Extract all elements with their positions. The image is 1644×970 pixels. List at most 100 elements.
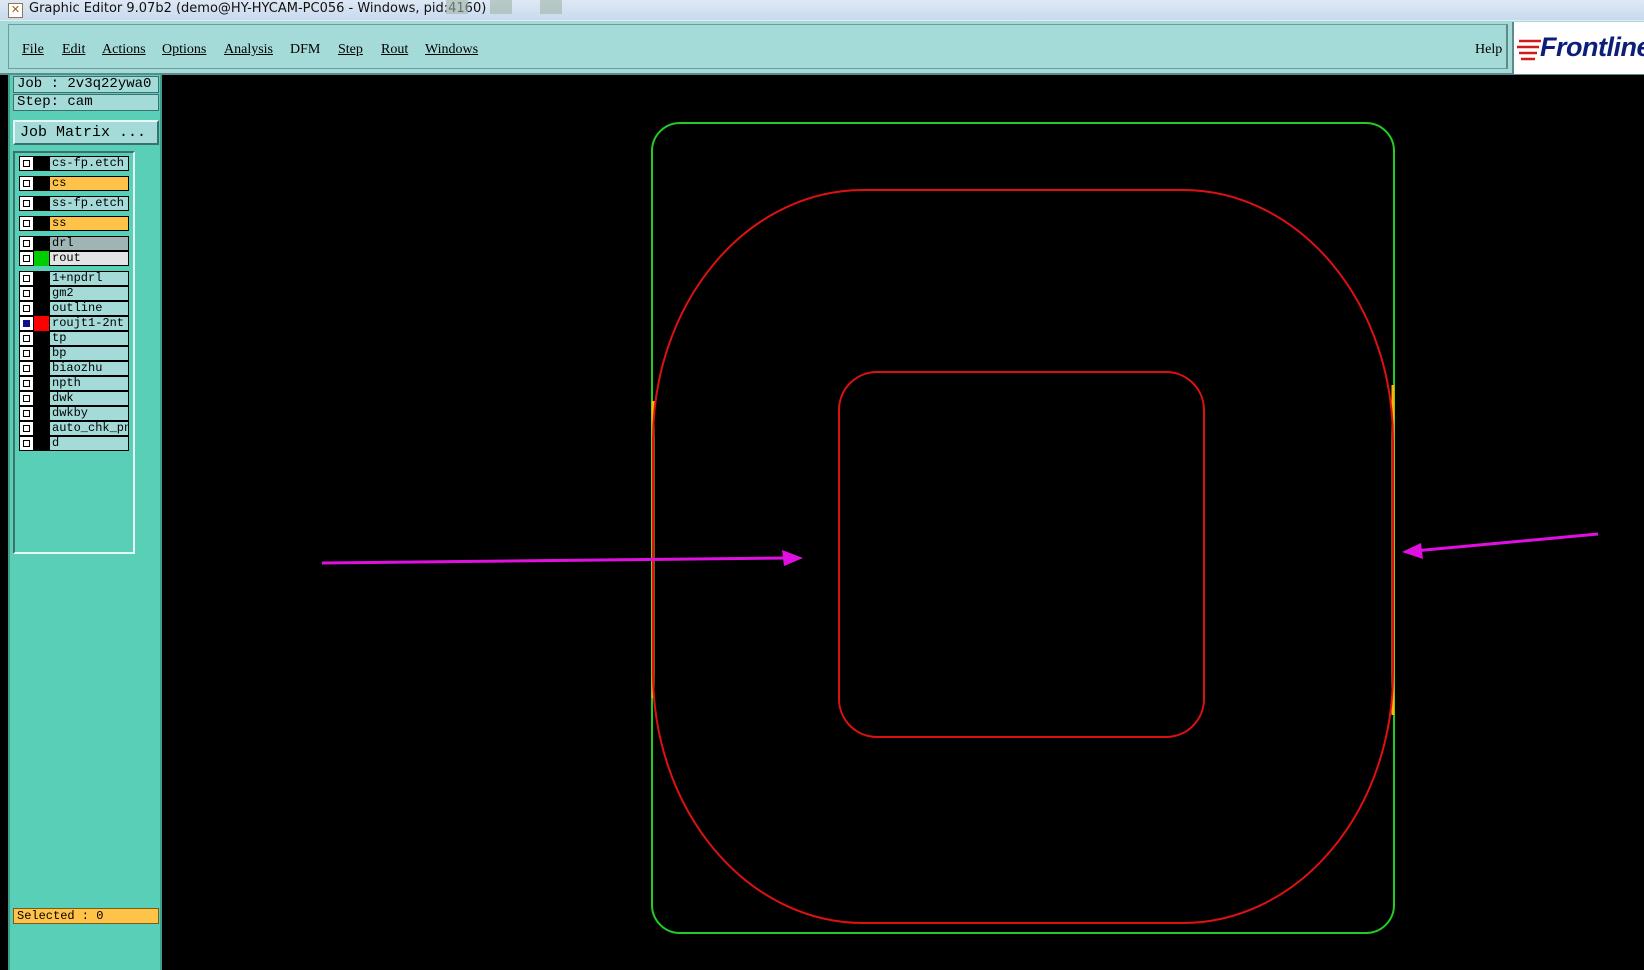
- layer-checkbox[interactable]: [19, 391, 34, 406]
- menu-options-label: Options: [162, 42, 207, 57]
- layer-label[interactable]: d: [49, 436, 129, 451]
- layer-row[interactable]: cs: [19, 176, 133, 191]
- layer-checkbox[interactable]: [19, 331, 34, 346]
- menu-edit[interactable]: Edit: [62, 42, 85, 58]
- layer-checkbox[interactable]: [19, 346, 34, 361]
- layer-label[interactable]: cs-fp.etch: [49, 156, 129, 171]
- menu-options[interactable]: Options: [162, 42, 206, 58]
- menu-actions-label: Actions: [102, 42, 146, 57]
- layer-label[interactable]: ss: [49, 216, 129, 231]
- menu-windows-label: Windows: [425, 42, 479, 57]
- layer-checkbox[interactable]: [19, 271, 34, 286]
- menu-analysis[interactable]: Analysis: [224, 42, 273, 58]
- layer-color-swatch[interactable]: [34, 436, 49, 451]
- layer-label[interactable]: drl: [49, 236, 129, 251]
- layer-row[interactable]: 1+npdrl: [19, 271, 133, 286]
- layer-panel: Job : 2v3q22ywa0 Step: cam Job Matrix ..…: [8, 75, 162, 970]
- layer-label[interactable]: dwk: [49, 391, 129, 406]
- layer-color-swatch[interactable]: [34, 196, 49, 211]
- menu-help[interactable]: Help: [1475, 42, 1502, 58]
- layer-label[interactable]: roujt1-2nt: [49, 316, 129, 331]
- layer-color-swatch[interactable]: [34, 216, 49, 231]
- layer-row[interactable]: dwkby: [19, 406, 133, 421]
- menu-bar: File Edit Actions Options Analysis DFM S…: [0, 20, 1644, 75]
- layer-label[interactable]: bp: [49, 346, 129, 361]
- layer-row[interactable]: d: [19, 436, 133, 451]
- layer-label[interactable]: ss-fp.etch: [49, 196, 129, 211]
- layer-checkbox[interactable]: [19, 376, 34, 391]
- menu-analysis-label: Analysis: [224, 42, 273, 57]
- layer-color-swatch[interactable]: [34, 421, 49, 436]
- layer-label[interactable]: gm2: [49, 286, 129, 301]
- layer-checkbox[interactable]: [19, 176, 34, 191]
- layer-row[interactable]: rout: [19, 251, 133, 266]
- layer-checkbox[interactable]: [19, 436, 34, 451]
- layer-row[interactable]: outline: [19, 301, 133, 316]
- layer-row[interactable]: roujt1-2nt: [19, 316, 133, 331]
- layer-color-swatch[interactable]: [34, 391, 49, 406]
- layer-color-swatch[interactable]: [34, 331, 49, 346]
- menu-file-label: File: [22, 42, 44, 57]
- layer-row[interactable]: bp: [19, 346, 133, 361]
- layer-checkbox[interactable]: [19, 156, 34, 171]
- layer-color-swatch[interactable]: [34, 361, 49, 376]
- layer-checkbox[interactable]: [19, 361, 34, 376]
- layer-row[interactable]: auto_chk_pn: [19, 421, 133, 436]
- layer-color-swatch[interactable]: [34, 251, 49, 266]
- app-x-icon[interactable]: ✕: [8, 3, 23, 18]
- board-outline[interactable]: [651, 122, 1395, 934]
- layer-checkbox[interactable]: [19, 236, 34, 251]
- menu-file[interactable]: File: [22, 42, 44, 58]
- layer-row[interactable]: ss-fp.etch: [19, 196, 133, 211]
- layer-row[interactable]: tp: [19, 331, 133, 346]
- layer-color-swatch[interactable]: [34, 286, 49, 301]
- menu-actions[interactable]: Actions: [102, 42, 146, 58]
- layer-checkbox[interactable]: [19, 196, 34, 211]
- layer-color-swatch[interactable]: [34, 316, 49, 331]
- layer-color-swatch[interactable]: [34, 271, 49, 286]
- layer-label[interactable]: auto_chk_pn: [49, 421, 129, 436]
- layer-row[interactable]: dwk: [19, 391, 133, 406]
- layer-color-swatch[interactable]: [34, 406, 49, 421]
- menu-step[interactable]: Step: [338, 42, 363, 58]
- outer-rout-contour[interactable]: [652, 189, 1394, 924]
- layer-checkbox[interactable]: [19, 286, 34, 301]
- layer-label[interactable]: rout: [49, 251, 129, 266]
- layer-checkbox[interactable]: [19, 316, 34, 331]
- job-matrix-button[interactable]: Job Matrix ...: [13, 120, 159, 145]
- layer-color-swatch[interactable]: [34, 176, 49, 191]
- menu-bar-inner: File Edit Actions Options Analysis DFM S…: [8, 24, 1508, 69]
- layer-label[interactable]: biaozhu: [49, 361, 129, 376]
- layer-row[interactable]: cs-fp.etch: [19, 156, 133, 171]
- layer-color-swatch[interactable]: [34, 236, 49, 251]
- step-name: Step: cam: [13, 94, 159, 111]
- inner-rout-contour[interactable]: [838, 371, 1205, 738]
- layer-row[interactable]: drl: [19, 236, 133, 251]
- layer-checkbox[interactable]: [19, 251, 34, 266]
- layer-row[interactable]: ss: [19, 216, 133, 231]
- layer-row[interactable]: biaozhu: [19, 361, 133, 376]
- layer-row[interactable]: npth: [19, 376, 133, 391]
- layer-label[interactable]: dwkby: [49, 406, 129, 421]
- layer-color-swatch[interactable]: [34, 156, 49, 171]
- layer-checkbox[interactable]: [19, 406, 34, 421]
- layer-checkbox[interactable]: [19, 301, 34, 316]
- menu-windows[interactable]: Windows: [425, 42, 478, 58]
- layer-label[interactable]: tp: [49, 331, 129, 346]
- layer-label[interactable]: outline: [49, 301, 129, 316]
- layer-label[interactable]: npth: [49, 376, 129, 391]
- layer-checkbox[interactable]: [19, 216, 34, 231]
- layer-checkbox[interactable]: [19, 421, 34, 436]
- graphics-canvas[interactable]: [162, 75, 1644, 970]
- layer-color-swatch[interactable]: [34, 346, 49, 361]
- title-bar: ✕ Graphic Editor 9.07b2 (demo@HY-HYCAM-P…: [0, 0, 1644, 21]
- layer-label[interactable]: 1+npdrl: [49, 271, 129, 286]
- layer-row[interactable]: gm2: [19, 286, 133, 301]
- layer-label[interactable]: cs: [49, 176, 129, 191]
- menu-rout-label: Rout: [381, 42, 409, 57]
- menu-dfm[interactable]: DFM: [290, 42, 320, 58]
- menu-rout[interactable]: Rout: [381, 42, 408, 58]
- menu-step-label: Step: [338, 42, 363, 57]
- layer-color-swatch[interactable]: [34, 301, 49, 316]
- layer-color-swatch[interactable]: [34, 376, 49, 391]
